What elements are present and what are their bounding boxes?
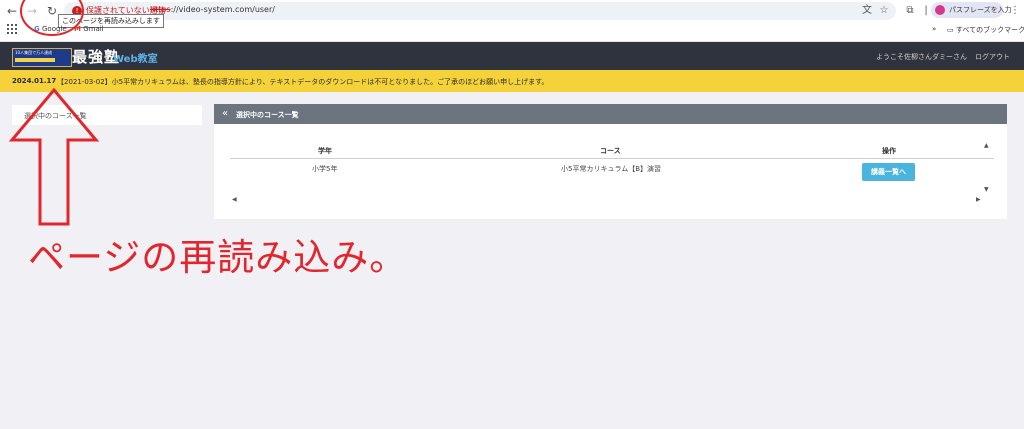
section-title: Web教室 — [113, 54, 158, 65]
up-arrow-icon — [8, 88, 100, 226]
avatar-icon — [935, 5, 945, 15]
scroll-left-icon[interactable]: ◀ — [232, 196, 237, 203]
panel-header: « 選択中のコース一覧 — [214, 104, 1007, 124]
table-divider — [230, 158, 994, 159]
apps-grid-icon[interactable] — [7, 24, 17, 34]
cell-grade: 小学5年 — [312, 165, 338, 173]
lecture-list-button[interactable]: 講義一覧へ — [862, 163, 915, 181]
bookmarks-overflow-icon[interactable]: » — [932, 25, 936, 33]
panel-title: 選択中のコース一覧 — [236, 111, 299, 119]
collapse-icon[interactable]: « — [222, 108, 228, 119]
annotation-caption: ページの再読み込み。 — [28, 236, 408, 279]
address-bar[interactable]: ! 保護されていない通信 https://video-system.com/us… — [64, 2, 896, 20]
course-list-panel: « 選択中のコース一覧 学年 コース 操作 小学5年 小5平常カリキュラム【B】… — [214, 104, 1007, 219]
bookmark-gmail[interactable]: M Gmail — [74, 25, 104, 33]
notice-text: 【2021-03-02】小5平常カリキュラムは、塾長の指導方針により、テキストデ… — [57, 78, 549, 86]
all-bookmarks[interactable]: ▭ すべてのブックマーク — [947, 25, 1024, 35]
scroll-up-icon[interactable]: ▲ — [984, 142, 989, 149]
logout-link[interactable]: ログアウト — [975, 52, 1010, 62]
star-icon[interactable]: ☆ — [877, 4, 891, 18]
url-text[interactable]: https://video-system.com/user/ — [150, 5, 275, 14]
logo-badge[interactable]: 10人集団で万人達成 — [12, 48, 72, 67]
url-rest: ://video-system.com/user/ — [170, 5, 275, 14]
menu-kebab-icon[interactable]: ⋮ — [1008, 4, 1022, 18]
browser-toolbar: ← → ↻ ! 保護されていない通信 https://video-system.… — [0, 0, 1024, 42]
site-header: 10人集団で万人達成 最強塾 Web教室 ようこそ佐柳さんダミーさん ログアウト — [0, 42, 1024, 70]
url-scheme: https — [150, 5, 171, 14]
profile-label: パスフレーズを入力 — [949, 6, 1012, 14]
logo-stripe — [15, 58, 55, 62]
folder-icon: ▭ — [947, 26, 954, 34]
back-icon[interactable]: ← — [4, 3, 20, 19]
notice-bar: 2024.01.17 【2021-03-02】小5平常カリキュラムは、塾長の指導… — [0, 70, 1024, 92]
profile-button[interactable]: パスフレーズを入力 — [931, 2, 1012, 18]
translate-icon[interactable]: 文 — [860, 4, 874, 18]
extensions-icon[interactable]: ⧉ — [903, 4, 917, 18]
cell-course: 小5平常カリキュラム【B】演習 — [561, 165, 662, 173]
column-header-action: 操作 — [882, 147, 896, 155]
column-header-grade: 学年 — [318, 147, 332, 155]
logo-small-text: 10人集団で万人達成 — [15, 50, 53, 55]
welcome-text: ようこそ佐柳さんダミーさん — [876, 53, 967, 61]
column-header-course: コース — [600, 147, 621, 155]
scroll-right-icon[interactable]: ▶ — [976, 196, 981, 203]
notice-date: 2024.01.17 — [12, 77, 57, 85]
scroll-down-icon[interactable]: ▼ — [984, 186, 989, 193]
